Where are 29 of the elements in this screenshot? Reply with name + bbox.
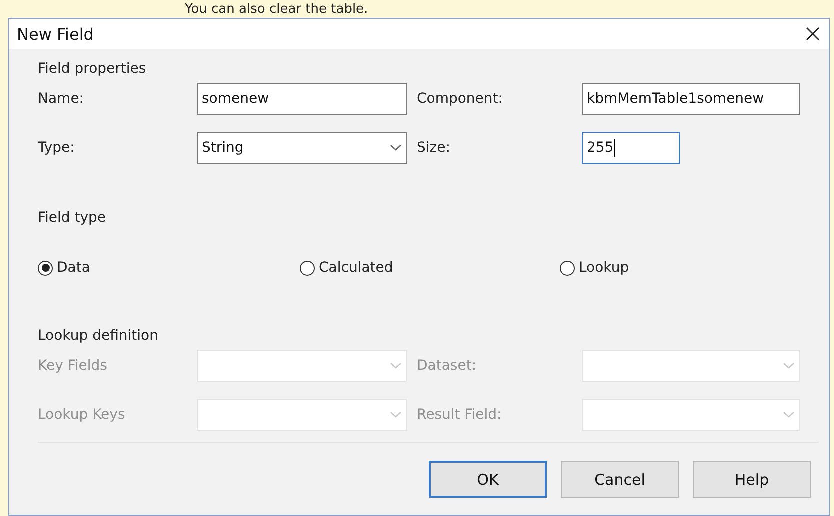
field-label: Component: — [416, 91, 504, 107]
chevron-down-icon — [390, 411, 402, 419]
field-label: Result Field: — [416, 407, 503, 423]
chevron-down-icon — [783, 362, 795, 370]
field-label: Type: — [38, 140, 76, 156]
chevron-down-icon — [783, 411, 795, 419]
dialog-button[interactable]: Cancel — [561, 461, 679, 498]
radio-option[interactable]: Lookup — [560, 260, 630, 276]
field-label: Name: — [38, 91, 86, 107]
dialog-button[interactable]: OK — [429, 461, 547, 498]
group-title: Field properties — [38, 61, 146, 77]
dialog-button[interactable]: Help — [693, 461, 811, 498]
field-label: Key Fields — [38, 358, 108, 374]
field-label: Size: — [416, 140, 452, 156]
radio-option[interactable]: Data — [38, 260, 90, 276]
text-field[interactable]: somenew — [197, 83, 407, 115]
chevron-down-icon — [390, 362, 402, 370]
text-field[interactable]: 255 — [582, 132, 680, 164]
group-title: Field type — [38, 210, 106, 226]
field-label: Dataset: — [416, 358, 478, 374]
background-text: You can also clear the table. — [185, 2, 368, 18]
window-title: New Field — [17, 24, 94, 44]
dropdown-field[interactable]: String — [197, 132, 407, 164]
field-label: Lookup Keys — [38, 407, 126, 423]
text-field[interactable]: kbmMemTable1somenew — [582, 83, 800, 115]
group-title: Lookup definition — [38, 328, 158, 344]
close-icon[interactable] — [805, 26, 821, 42]
chevron-down-icon — [390, 144, 402, 152]
radio-option[interactable]: Calculated — [300, 260, 394, 276]
